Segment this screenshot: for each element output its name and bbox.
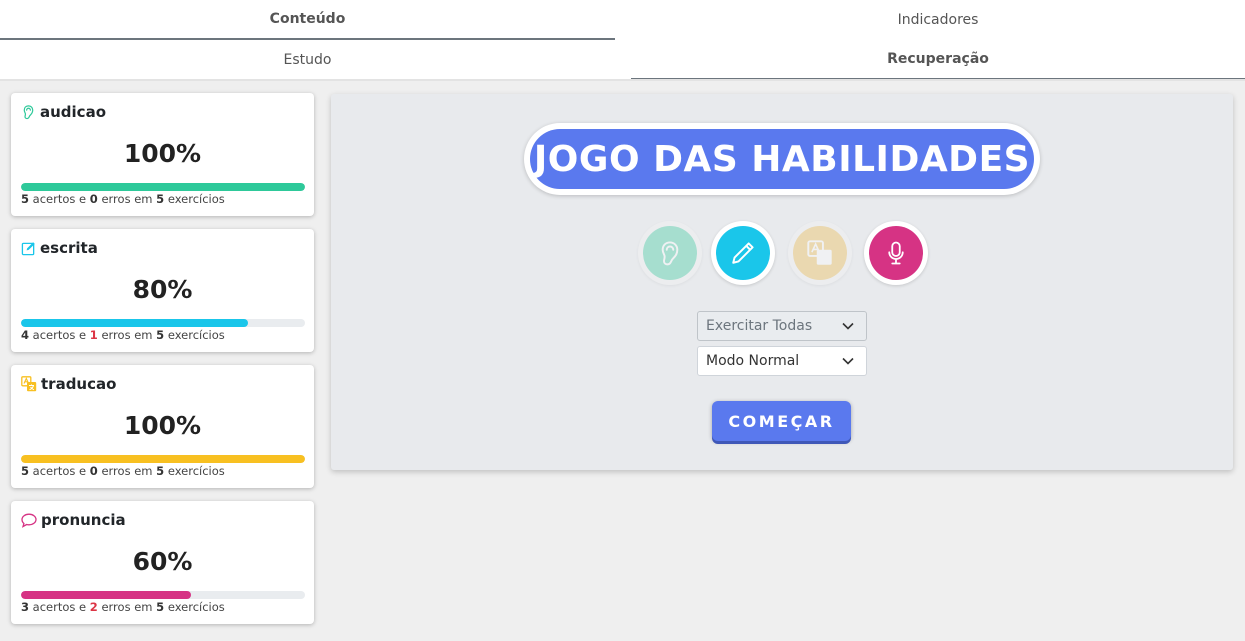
skill-card-header: pronuncia xyxy=(21,511,126,529)
tab-indicadores[interactable]: Indicadores xyxy=(631,0,1245,40)
progress-fill xyxy=(21,183,305,191)
skill-stats: 4 acertos e 1 erros em 5 exercícios xyxy=(21,328,225,342)
pencil-icon xyxy=(732,242,754,264)
translate-icon xyxy=(807,240,832,265)
erros-label: erros em xyxy=(101,192,153,206)
skill-stats: 5 acertos e 0 erros em 5 exercícios xyxy=(21,464,225,478)
tab-recuperacao[interactable]: Recuperação xyxy=(631,40,1245,80)
skill-percent: 100% xyxy=(123,411,202,440)
skill-toggle-traducao[interactable] xyxy=(788,221,852,285)
acertos-label: acertos e xyxy=(32,464,87,478)
progress-bar xyxy=(21,591,305,599)
exercicios-label: exercícios xyxy=(167,192,225,206)
microphone-icon xyxy=(888,241,904,265)
skill-card-header: traducao xyxy=(21,375,116,393)
exercicios-count: 5 xyxy=(156,328,165,342)
skill-name: pronuncia xyxy=(41,511,126,529)
top-tabs: Conteúdo Indicadores Estudo Recuperação xyxy=(0,0,1245,80)
skill-card-traducao: traducao 100% 5 acertos e 0 erros em 5 e… xyxy=(11,365,314,488)
skill-card-header: audicao xyxy=(21,103,106,121)
exercicios-label: exercícios xyxy=(167,600,225,614)
erros-count: 0 xyxy=(89,464,98,478)
skill-percent: 60% xyxy=(132,547,193,576)
game-title-pill: JOGO DAS HABILIDADES xyxy=(524,123,1040,195)
skill-card-escrita: escrita 80% 4 acertos e 1 erros em 5 exe… xyxy=(11,229,314,352)
translate-icon xyxy=(21,376,37,392)
skill-toggle-inner xyxy=(643,226,697,280)
skill-percent: 100% xyxy=(123,139,202,168)
skill-toggle-inner xyxy=(793,226,847,280)
exercicios-count: 5 xyxy=(156,600,165,614)
progress-bar xyxy=(21,319,305,327)
acertos-count: 5 xyxy=(21,192,30,206)
acertos-label: acertos e xyxy=(32,600,87,614)
exercicios-label: exercícios xyxy=(167,464,225,478)
erros-label: erros em xyxy=(101,464,153,478)
acertos-label: acertos e xyxy=(32,192,87,206)
tab-estudo[interactable]: Estudo xyxy=(0,40,615,80)
skill-card-header: escrita xyxy=(21,239,98,257)
skill-card-pronuncia: pronuncia 60% 3 acertos e 2 erros em 5 e… xyxy=(11,501,314,624)
progress-fill xyxy=(21,591,192,599)
acertos-label: acertos e xyxy=(32,328,87,342)
erros-count: 0 xyxy=(89,192,98,206)
mode-select-value: Modo Normal xyxy=(706,353,800,369)
acertos-count: 4 xyxy=(21,328,30,342)
progress-fill xyxy=(21,319,249,327)
game-title: JOGO DAS HABILIDADES xyxy=(530,129,1034,189)
erros-label: erros em xyxy=(101,600,153,614)
game-panel: JOGO DAS HABILIDADES Exercitar Todas Mod… xyxy=(331,94,1233,470)
start-button[interactable]: COMEÇAR xyxy=(712,401,851,441)
skill-card-audicao: audicao 100% 5 acertos e 0 erros em 5 ex… xyxy=(11,93,314,216)
erros-label: erros em xyxy=(101,328,153,342)
chevron-down-icon xyxy=(842,322,854,330)
exercicios-count: 5 xyxy=(156,192,165,206)
skill-stats: 3 acertos e 2 erros em 5 exercícios xyxy=(21,600,225,614)
skill-stats: 5 acertos e 0 erros em 5 exercícios xyxy=(21,192,225,206)
progress-bar xyxy=(21,455,305,463)
skill-toggle-inner xyxy=(869,226,923,280)
skill-percent: 80% xyxy=(132,275,193,304)
acertos-count: 3 xyxy=(21,600,30,614)
tab-conteudo[interactable]: Conteúdo xyxy=(0,0,615,40)
erros-count: 1 xyxy=(89,328,98,342)
skill-select-value: Exercitar Todas xyxy=(706,318,813,334)
progress-bar xyxy=(21,183,305,191)
mode-select[interactable]: Modo Normal xyxy=(697,346,867,376)
skill-toggle-audicao[interactable] xyxy=(638,221,702,285)
acertos-count: 5 xyxy=(21,464,30,478)
skill-name: audicao xyxy=(40,103,106,121)
ear-icon xyxy=(23,105,34,120)
skill-toggle-pronuncia[interactable] xyxy=(864,221,928,285)
skill-name: traducao xyxy=(41,375,117,393)
chevron-down-icon xyxy=(842,357,854,365)
skill-name: escrita xyxy=(40,239,98,257)
skill-select[interactable]: Exercitar Todas xyxy=(697,311,867,341)
progress-fill xyxy=(21,455,305,463)
speech-bubble-icon xyxy=(21,513,37,528)
pencil-square-icon xyxy=(21,241,35,255)
tabs-divider xyxy=(0,79,1245,81)
exercicios-count: 5 xyxy=(156,464,165,478)
skill-toggle-escrita[interactable] xyxy=(711,221,775,285)
ear-icon xyxy=(661,241,679,266)
skill-toggle-inner xyxy=(716,226,770,280)
exercicios-label: exercícios xyxy=(167,328,225,342)
erros-count: 2 xyxy=(89,600,98,614)
